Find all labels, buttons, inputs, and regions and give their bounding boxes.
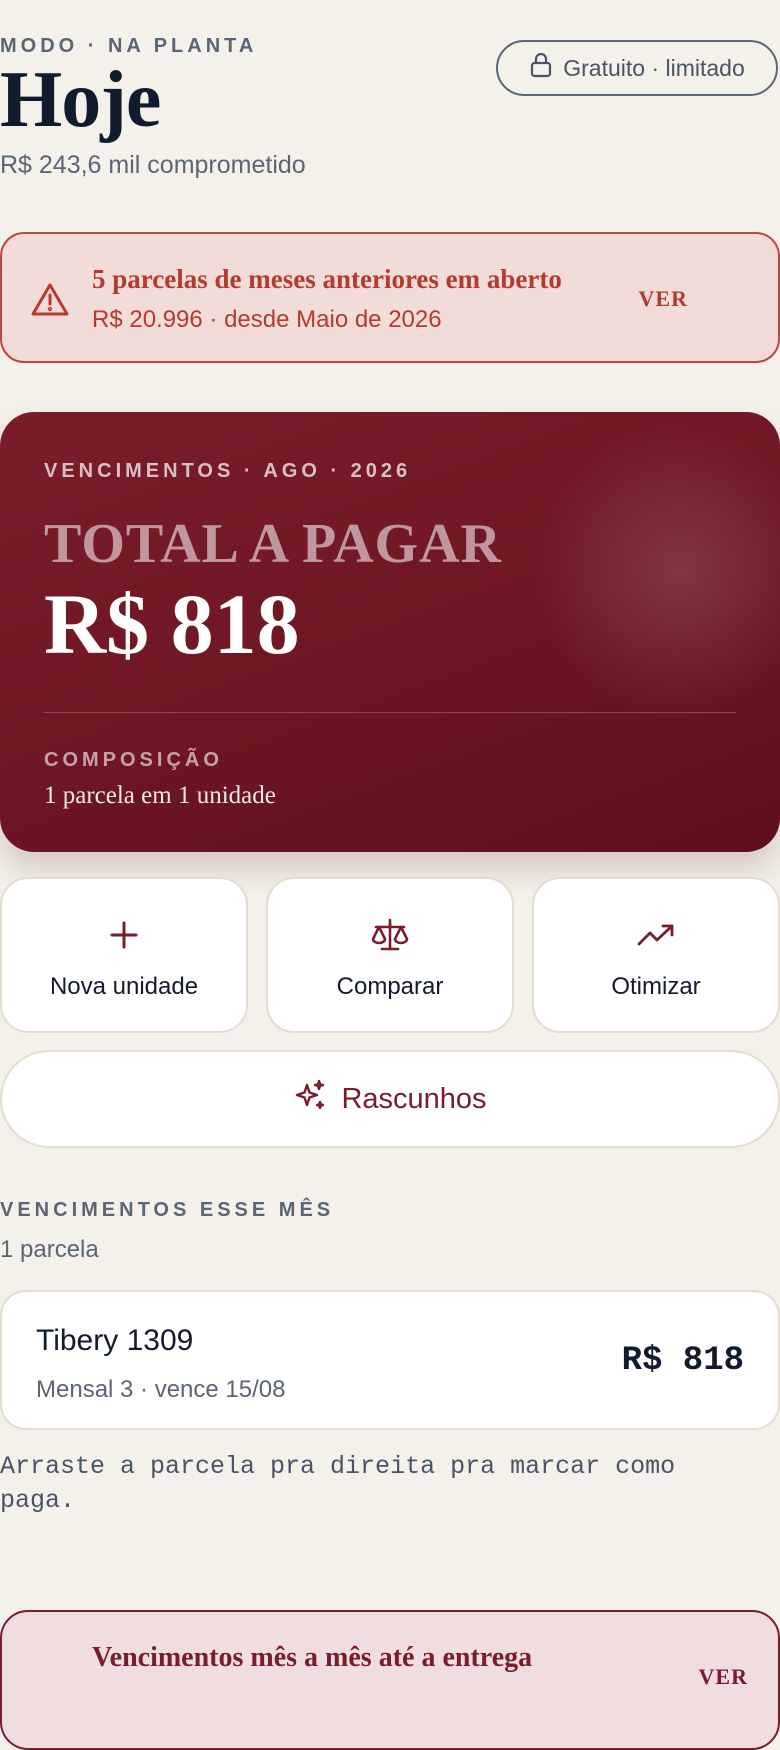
card-eyebrow: VENCIMENTOS · AGO · 2026	[44, 460, 412, 482]
alert-subtitle: R$ 20.996 · desde Maio de 2026	[92, 306, 442, 333]
total-due-card: VENCIMENTOS · AGO · 2026 TOTAL A PAGAR R…	[0, 412, 780, 852]
plus-icon	[104, 915, 144, 955]
schedule-title: Vencimentos mês a mês até a entrega	[92, 1642, 533, 1673]
installment-amount: R$ 818	[621, 1342, 744, 1380]
compare-label: Comparar	[336, 973, 444, 1000]
installment-detail: Mensal 3 · vence 15/08	[36, 1376, 286, 1403]
overdue-alert[interactable]: 5 parcelas de meses anteriores em aberto…	[0, 232, 780, 363]
card-label: TOTAL A PAGAR	[44, 513, 502, 575]
plan-badge[interactable]: Gratuito · limitado	[496, 40, 778, 96]
drafts-button[interactable]: Rascunhos	[0, 1050, 780, 1148]
section-label: VENCIMENTOS ESSE MÊS	[0, 1199, 335, 1221]
card-amount: R$ 818	[44, 576, 300, 672]
alert-title: 5 parcelas de meses anteriores em aberto	[92, 264, 562, 294]
optimize-label: Otimizar	[611, 973, 701, 1000]
new-unit-button[interactable]: Nova unidade	[0, 877, 248, 1033]
scale-icon	[370, 915, 410, 955]
drafts-label: Rascunhos	[341, 1082, 487, 1115]
monthly-schedule-card[interactable]: Vencimentos mês a mês até a entrega VER	[0, 1610, 780, 1750]
composition-value: 1 parcela em 1 unidade	[44, 782, 276, 809]
optimize-button[interactable]: Otimizar	[532, 877, 780, 1033]
installment-name: Tibery 1309	[36, 1324, 194, 1357]
page-title: Hoje	[0, 56, 161, 144]
section-count: 1 parcela	[0, 1236, 99, 1263]
compare-button[interactable]: Comparar	[266, 877, 514, 1033]
sparkles-icon	[293, 1078, 327, 1120]
warning-icon	[30, 280, 70, 320]
lock-icon	[529, 52, 553, 84]
schedule-view-button[interactable]: VER	[699, 1664, 748, 1690]
trending-up-icon	[636, 915, 676, 955]
card-glow	[530, 422, 780, 722]
plan-badge-label: Gratuito · limitado	[563, 54, 745, 81]
composition-label: COMPOSIÇÃO	[44, 749, 223, 771]
swipe-hint: Arraste a parcela pra direita pra marcar…	[0, 1452, 676, 1515]
alert-view-button[interactable]: VER	[639, 286, 688, 312]
card-divider	[44, 712, 736, 713]
new-unit-label: Nova unidade	[49, 973, 199, 1000]
committed-total: R$ 243,6 mil comprometido	[0, 151, 306, 179]
installment-row[interactable]: Tibery 1309 Mensal 3 · vence 15/08 R$ 81…	[0, 1290, 780, 1430]
